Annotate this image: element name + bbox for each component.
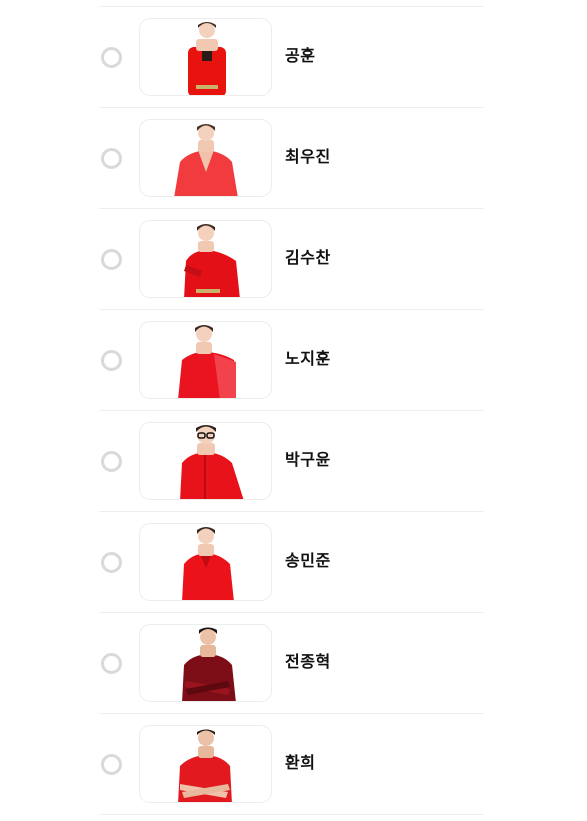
candidate-name: 송민준 [285,551,331,570]
radio-button[interactable] [101,47,122,68]
candidate-name: 공훈 [285,46,316,65]
candidate-photo-card[interactable] [139,523,272,601]
radio-button[interactable] [101,552,122,573]
radio-button[interactable] [101,350,122,371]
candidate-photo-image [184,224,240,297]
candidate-row[interactable]: 김수찬 [99,209,484,310]
candidate-name: 최우진 [285,147,331,166]
candidate-name: 노지훈 [285,349,331,368]
candidate-row[interactable]: 공훈 [99,7,484,108]
candidate-photo-image [174,124,238,196]
candidate-photo-image [182,627,236,701]
candidate-photo-image [188,22,226,95]
candidate-photo-image [178,325,236,398]
candidate-photo-image [182,527,234,600]
candidate-photo-card[interactable] [139,18,272,96]
candidate-name: 김수찬 [285,248,331,267]
candidate-photo-card[interactable] [139,321,272,399]
radio-button[interactable] [101,451,122,472]
candidate-list: 공훈 최우진 김수찬 노지훈 박구윤 송민준 전종혁 환희 [99,6,484,815]
candidate-row[interactable]: 박구윤 [99,411,484,512]
candidate-photo-image [178,729,232,802]
candidate-row[interactable]: 환희 [99,714,484,815]
candidate-photo-card[interactable] [139,624,272,702]
candidate-name: 환희 [285,753,316,772]
radio-button[interactable] [101,653,122,674]
candidate-name: 박구윤 [285,450,331,469]
radio-button[interactable] [101,754,122,775]
candidate-row[interactable]: 전종혁 [99,613,484,714]
candidate-photo-card[interactable] [139,422,272,500]
candidate-photo-card[interactable] [139,119,272,197]
radio-button[interactable] [101,148,122,169]
candidate-photo-card[interactable] [139,220,272,298]
candidate-row[interactable]: 최우진 [99,108,484,209]
candidate-row[interactable]: 송민준 [99,512,484,613]
candidate-name: 전종혁 [285,652,331,671]
candidate-photo-image [180,425,244,499]
candidate-row[interactable]: 노지훈 [99,310,484,411]
candidate-photo-card[interactable] [139,725,272,803]
radio-button[interactable] [101,249,122,270]
